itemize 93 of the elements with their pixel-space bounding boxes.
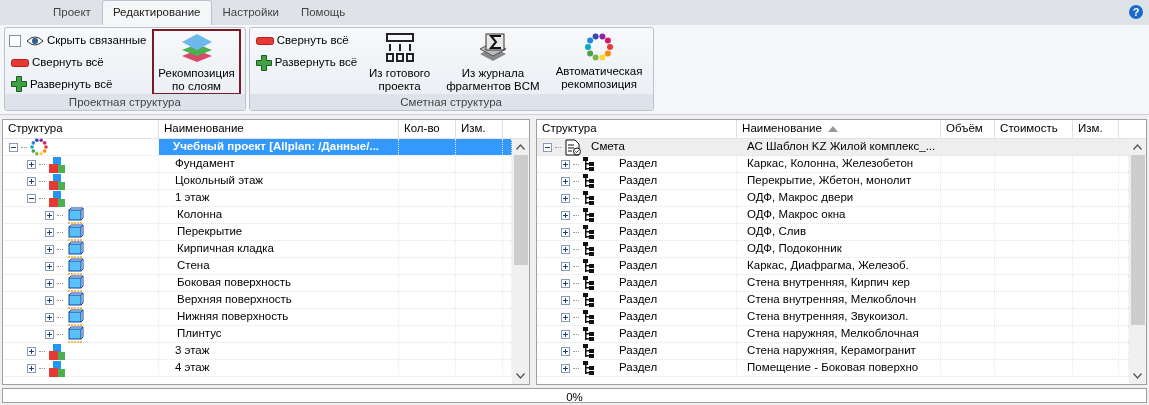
node-type: Раздел <box>619 360 658 376</box>
node-name: Нижняя поверхность <box>159 309 399 325</box>
tree-row[interactable]: 4 этаж <box>3 360 513 377</box>
node-type: Раздел <box>619 275 658 291</box>
column-header[interactable]: Объём <box>941 120 996 138</box>
collapse-all-button[interactable]: Свернуть всё <box>9 53 149 73</box>
node-type: Раздел <box>619 207 658 223</box>
node-name: АС Шаблон KZ Жилой комплекс_... <box>737 139 942 155</box>
tree-row[interactable]: Раздел Стена наружняя, Керамогранит <box>537 343 1129 360</box>
node-type: Раздел <box>619 292 658 308</box>
node-name: Стена внутренняя, Звукоизол. <box>737 309 942 325</box>
column-header[interactable]: Наименование <box>737 120 942 138</box>
node-name: Боковая поверхность <box>159 275 399 291</box>
node-name: 1 этаж <box>159 190 399 206</box>
node-name: Стена наружняя, Керамогранит <box>737 343 942 359</box>
collapse-all-button[interactable]: Свернуть всё <box>253 31 360 51</box>
column-header[interactable]: Стоимость <box>995 120 1074 138</box>
node-name: Перекрытие, Жбетон, монолит <box>737 173 942 189</box>
node-name: Помещение - Боковая поверхно <box>737 360 942 376</box>
toggle-button[interactable]: Скрыть связанные <box>23 31 149 51</box>
node-name: Каркас, Диафрагма, Железоб. <box>737 258 942 274</box>
node-name: 4 этаж <box>159 360 399 376</box>
tree-row[interactable]: Перекрытие <box>3 224 513 241</box>
ribbon-tab[interactable]: Настройки <box>211 0 290 25</box>
tree-row[interactable]: Раздел ОДФ, Слив <box>537 224 1129 241</box>
node-name: Каркас, Колонна, Железобетон <box>737 156 942 172</box>
tree-row[interactable]: Фундамент <box>3 156 513 173</box>
progress-text: 0% <box>566 391 583 403</box>
column-header[interactable]: Наименование <box>159 120 399 138</box>
column-header[interactable]: Кол-во <box>399 120 456 138</box>
node-name: ОДФ, Слив <box>737 224 942 240</box>
tree-row[interactable]: Кирпичная кладка <box>3 241 513 258</box>
node-name: Кирпичная кладка <box>159 241 399 257</box>
tree-row[interactable]: Цокольный этаж <box>3 173 513 190</box>
node-name: Учебный проект [Allplan: /Данные/... <box>159 139 399 155</box>
node-type: Раздел <box>619 190 658 206</box>
expand-all-button[interactable]: Развернуть всё <box>9 74 149 94</box>
column-header[interactable]: Изм. <box>1073 120 1120 138</box>
tree-row[interactable]: Раздел Каркас, Колонна, Железобетон <box>537 156 1129 173</box>
tree-row[interactable]: Раздел ОДФ, Макрос окна <box>537 207 1129 224</box>
tree-row[interactable]: Колонна <box>3 207 513 224</box>
ribbon-button[interactable]: Автоматическая рекомпозиция <box>549 29 649 95</box>
ribbon-tab[interactable]: Редактирование <box>101 0 212 25</box>
column-header[interactable]: Изм. <box>456 120 503 138</box>
node-name: Колонна <box>159 207 399 223</box>
node-type: Раздел <box>619 173 658 189</box>
node-type: Смета <box>591 139 625 155</box>
column-header[interactable]: Структура <box>537 120 738 138</box>
node-type: Раздел <box>619 326 658 342</box>
ribbon-button[interactable]: Из готового проекта <box>363 29 437 95</box>
node-name: Фундамент <box>159 156 399 172</box>
tree-row[interactable]: 3 этаж <box>3 343 513 360</box>
node-name: Цокольный этаж <box>159 173 399 189</box>
tree-row[interactable]: Раздел ОДФ, Макрос двери <box>537 190 1129 207</box>
node-name: ОДФ, Макрос окна <box>737 207 942 223</box>
node-name: Плинтус <box>159 326 399 342</box>
tree-row[interactable]: Раздел Стена внутренняя, Кирпич кер <box>537 275 1129 292</box>
tree-row[interactable]: Раздел Перекрытие, Жбетон, монолит <box>537 173 1129 190</box>
node-name: Стена внутренняя, Кирпич кер <box>737 275 942 291</box>
tree-row[interactable]: Верхняя поверхность <box>3 292 513 309</box>
ribbon-tab[interactable]: Помощь <box>289 0 357 25</box>
tree-row[interactable]: Раздел Стена наружняя, Мелкоблочная <box>537 326 1129 343</box>
tree-row[interactable]: Раздел Стена внутренняя, Мелкоблочн <box>537 292 1129 309</box>
tree-row[interactable]: Боковая поверхность <box>3 275 513 292</box>
help-icon[interactable]: ? <box>1129 5 1143 19</box>
group-label: Проектная структура <box>5 94 245 110</box>
node-type: Раздел <box>619 224 658 240</box>
node-type: Раздел <box>619 241 658 257</box>
node-name: Верхняя поверхность <box>159 292 399 308</box>
node-type: Раздел <box>619 156 658 172</box>
node-name: Стена <box>159 258 399 274</box>
group-label: Сметная структура <box>249 94 653 110</box>
node-name: Перекрытие <box>159 224 399 240</box>
tree-row[interactable]: Стена <box>3 258 513 275</box>
node-name: ОДФ, Макрос двери <box>737 190 942 206</box>
tree-row[interactable]: Раздел Стена внутренняя, Звукоизол. <box>537 309 1129 326</box>
tree-row[interactable]: Раздел ОДФ, Подоконник <box>537 241 1129 258</box>
node-name: ОДФ, Подоконник <box>737 241 942 257</box>
node-name: Стена внутренняя, Мелкоблочн <box>737 292 942 308</box>
tree-row[interactable]: Нижняя поверхность <box>3 309 513 326</box>
expand-all-button[interactable]: Развернуть всё <box>253 53 360 73</box>
ribbon-tab[interactable]: Проект <box>42 0 102 25</box>
tree-row[interactable]: Раздел Помещение - Боковая поверхно <box>537 360 1129 377</box>
node-name: 3 этаж <box>159 343 399 359</box>
node-type: Раздел <box>619 258 658 274</box>
node-name: Стена наружняя, Мелкоблочная <box>737 326 942 342</box>
tree-row[interactable]: Плинтус <box>3 326 513 343</box>
node-type: Раздел <box>619 343 658 359</box>
tree-row[interactable]: Смета АС Шаблон KZ Жилой комплекс_... <box>537 139 1129 156</box>
tree-row[interactable]: Раздел Каркас, Диафрагма, Железоб. <box>537 258 1129 275</box>
node-type: Раздел <box>619 309 658 325</box>
column-header[interactable]: Структура <box>3 120 159 138</box>
tree-row[interactable]: 1 этаж <box>3 190 513 207</box>
